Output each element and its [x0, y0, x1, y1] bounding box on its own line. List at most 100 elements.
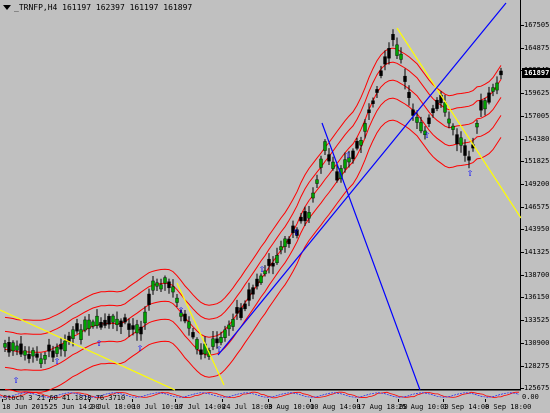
y-tick-label: 159625 [520, 89, 550, 98]
candles-group [3, 29, 503, 369]
candle-body [287, 238, 291, 245]
candle-body [91, 321, 95, 327]
candle-body [55, 346, 59, 354]
candle-body [139, 326, 143, 335]
candle-body [99, 321, 103, 328]
band-line [4, 47, 502, 321]
y-tick-label: 130900 [520, 338, 550, 347]
candle-body [275, 255, 279, 264]
candle-body [379, 70, 383, 76]
candle-body [63, 340, 67, 352]
fractal-up-icon: ⇧ [54, 357, 61, 366]
candle-body [319, 158, 323, 168]
candle-body [391, 34, 395, 41]
x-tick-label: 8 Sep 18:00 [485, 399, 532, 411]
candle-body [27, 354, 31, 359]
y-tick-label: 151825 [520, 157, 550, 166]
fractal-up-icon: ⇧ [137, 344, 144, 353]
candle-body [383, 56, 387, 65]
candle-body [255, 278, 259, 287]
candle-body [11, 342, 15, 352]
candle-body [215, 338, 219, 344]
y-tick-label: 143950 [520, 225, 550, 234]
candle-body [75, 323, 79, 332]
candle-body [131, 325, 135, 330]
trendlines-group[interactable] [0, 2, 521, 391]
candle-body [303, 211, 307, 222]
x-tick-label: 17 Jul 14:00 [175, 399, 226, 411]
candle-body [115, 318, 119, 326]
candle-body [19, 343, 23, 355]
candle-body [83, 319, 87, 331]
candle-body [435, 99, 439, 109]
candle-body [35, 353, 39, 358]
candle-body [403, 75, 407, 82]
candle-body [267, 258, 271, 266]
y-tick-label: 128275 [520, 361, 550, 370]
candle-body [459, 137, 463, 146]
x-tick-label: 10 Aug 14:00 [310, 399, 361, 411]
fractal-up-icon: ⇧ [424, 131, 431, 140]
time-axis[interactable]: 18 Jun 2015 25 Jun 14:00 2 Jul 18:00 10 Jul… [0, 399, 531, 413]
x-tick-label: 2 Jul 18:00 [89, 399, 136, 411]
candle-body [159, 284, 163, 290]
candle-body [227, 324, 231, 330]
y-tick-label: 125675 [520, 384, 550, 393]
candle-body [231, 319, 235, 327]
candle-body [283, 238, 287, 247]
candle-body [279, 246, 283, 251]
y-tick-label: 154380 [520, 134, 550, 143]
dropdown-arrow-icon[interactable] [3, 5, 11, 10]
y-tick-label: 138700 [520, 270, 550, 279]
candle-body [183, 313, 187, 322]
candle-body [235, 307, 239, 314]
y-tick-label: 157005 [520, 111, 550, 120]
candle-body [199, 349, 203, 355]
candle-body [175, 297, 179, 303]
candle-body [31, 350, 35, 357]
y-tick-label: 167505 [520, 21, 550, 29]
price-plot-area[interactable]: ⇧ ⇧ ⇧ ⇧ ⇧ ⇧ ⇧ ⇧ ⇧ ⇧ ⇧ _TRNFP,H4 161197 162397 1611… [0, 0, 521, 402]
chart-window[interactable]: ⇧ ⇧ ⇧ ⇧ ⇧ ⇧ ⇧ ⇧ ⇧ ⇧ ⇧ _TRNFP,H4 161197 162397 1611… [0, 0, 550, 413]
candle-body [111, 315, 115, 323]
x-tick-label: 1 Sep 14:00 [443, 399, 490, 411]
candle-body [343, 159, 347, 169]
candle-body [399, 53, 403, 60]
chart-title: _TRNFP,H4 161197 162397 161197 161897 [3, 3, 192, 12]
candle-body [103, 319, 107, 326]
candle-body [371, 100, 375, 104]
y-tick-label: 133525 [520, 316, 550, 325]
x-tick-label: 3 Aug 10:00 [268, 399, 315, 411]
candle-body [327, 154, 331, 162]
candle-body [251, 287, 255, 295]
fractal-up-icon: ⇧ [13, 376, 20, 385]
candle-body [167, 281, 171, 289]
candle-body [43, 355, 47, 360]
candle-body [323, 141, 327, 151]
price-chart-svg[interactable]: ⇧ ⇧ ⇧ ⇧ ⇧ ⇧ ⇧ ⇧ ⇧ ⇧ ⇧ [0, 0, 521, 400]
candle-body [147, 293, 151, 305]
trendline-blue[interactable] [321, 122, 421, 391]
candle-body [387, 48, 391, 59]
candle-body [3, 343, 7, 348]
candle-body [59, 343, 63, 350]
trendline-blue[interactable] [217, 2, 507, 356]
candle-body [427, 117, 431, 124]
candle-body [15, 345, 19, 351]
fractal-up-icon: ⇧ [96, 339, 103, 348]
candle-body [315, 179, 319, 184]
candle-body [247, 289, 251, 301]
candle-body [483, 100, 487, 110]
price-axis[interactable]: 1675051648751622451596251570051543801518… [520, 0, 550, 393]
x-tick-label: 25 Aug 10:00 [398, 399, 449, 411]
y-tick-label: 164875 [520, 43, 550, 52]
candle-body [271, 262, 275, 267]
candle-body [7, 342, 11, 353]
candle-body [223, 329, 227, 338]
fractal-up-icon: ⇧ [259, 265, 266, 274]
trendline-yellow[interactable] [396, 27, 521, 219]
fractal-up-icon: ⇧ [216, 345, 223, 354]
candle-body [363, 123, 367, 132]
candle-body [239, 307, 243, 318]
candle-body [451, 125, 455, 130]
